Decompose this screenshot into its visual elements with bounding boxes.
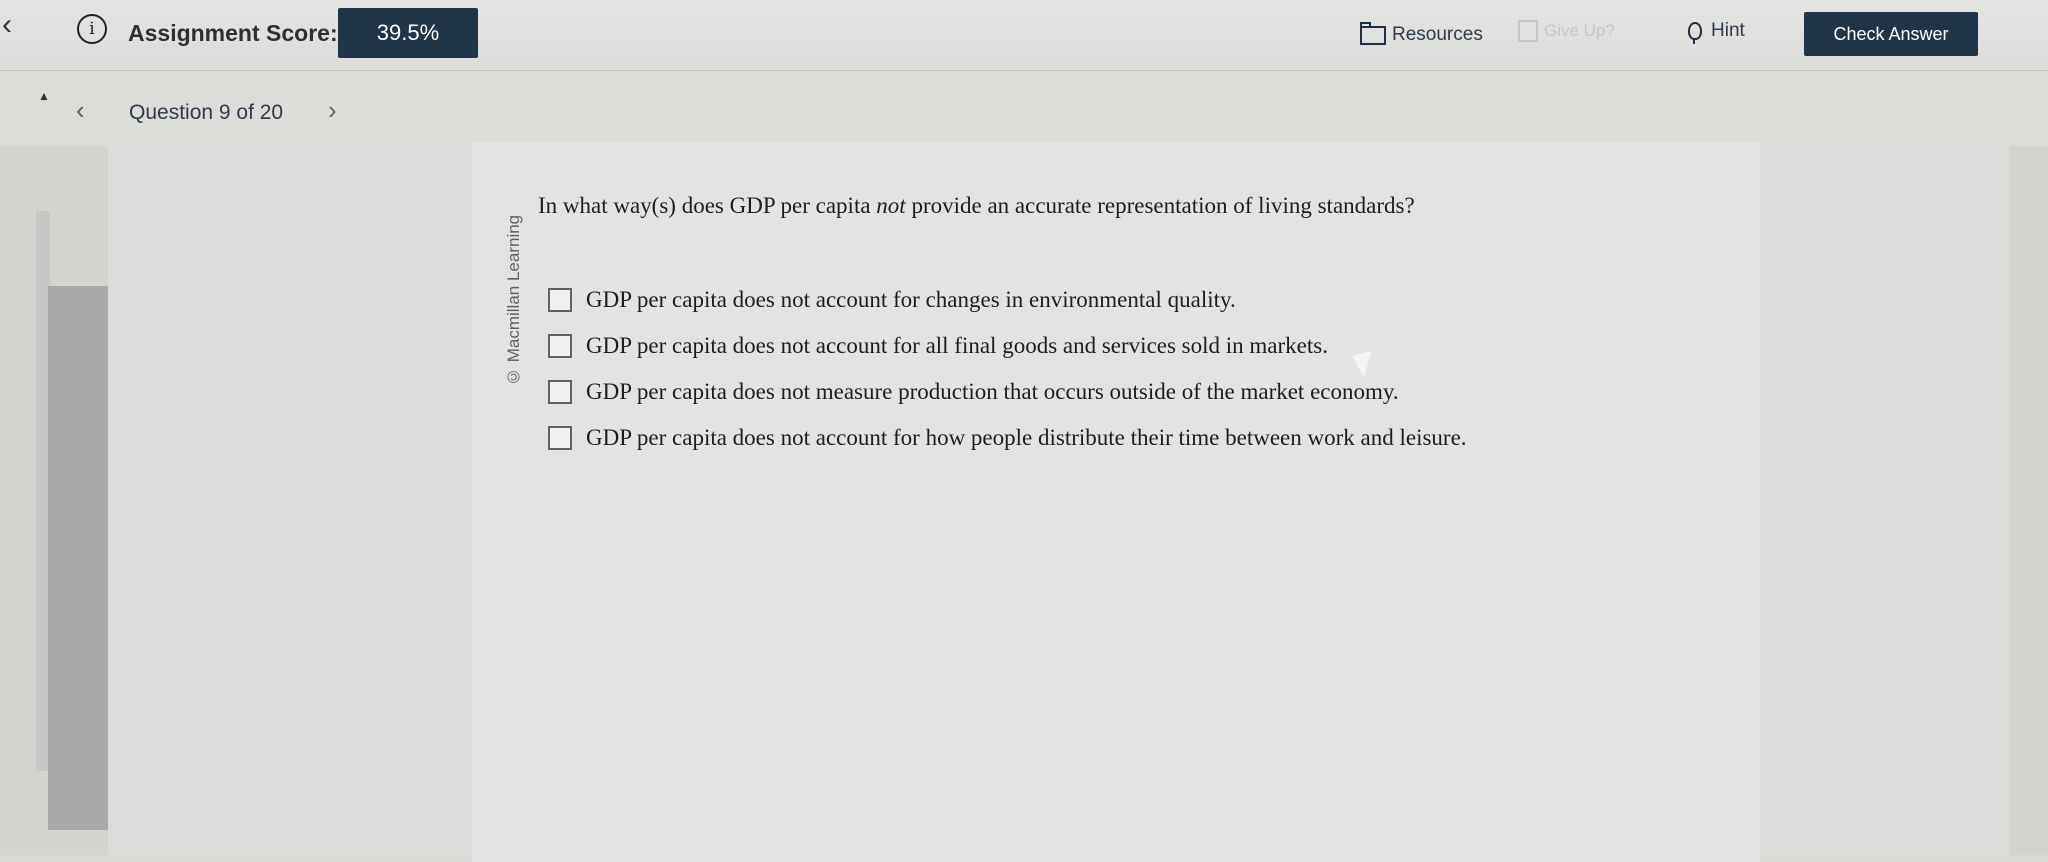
checkbox[interactable] [548, 334, 572, 358]
checkbox[interactable] [548, 380, 572, 404]
check-answer-button[interactable]: Check Answer [1804, 12, 1978, 56]
flag-icon [1518, 20, 1538, 42]
answer-option[interactable]: GDP per capita does not account for how … [548, 416, 1548, 460]
option-label[interactable]: GDP per capita does not account for how … [586, 425, 1467, 451]
collapse-arrow-icon[interactable]: ▲ [38, 89, 50, 103]
left-sidebar [0, 146, 108, 855]
checkbox[interactable] [548, 426, 572, 450]
option-label[interactable]: GDP per capita does not account for all … [586, 333, 1328, 359]
folder-icon [1360, 21, 1386, 45]
answer-option[interactable]: GDP per capita does not account for all … [548, 324, 1548, 368]
answer-option[interactable]: GDP per capita does not measure producti… [548, 370, 1548, 414]
option-label[interactable]: GDP per capita does not measure producti… [586, 379, 1399, 405]
prompt-start: In what way(s) does GDP per capita [538, 193, 877, 218]
previous-question-button[interactable]: ‹ [76, 97, 85, 123]
answer-options: GDP per capita does not account for chan… [548, 278, 1548, 462]
question-counter: Question 9 of 20 [129, 101, 284, 124]
right-margin [2010, 146, 2048, 855]
info-icon[interactable]: i [77, 14, 107, 44]
give-up-label: Give Up? [1544, 21, 1615, 40]
question-navigation: ▲ ‹ Question 9 of 20 › [0, 71, 2048, 146]
resources-button[interactable]: Resources [1360, 18, 1483, 52]
prompt-end: provide an accurate representation of li… [905, 193, 1415, 218]
lightbulb-icon [1688, 22, 1702, 44]
prompt-emphasis: not [876, 193, 906, 218]
assignment-score-value: 39.5% [338, 8, 478, 58]
copyright-notice: © Macmillan Learning [504, 214, 523, 386]
question-panel [472, 142, 1760, 862]
next-question-button[interactable]: › [328, 97, 337, 123]
assignment-score-label: Assignment Score: [128, 20, 338, 46]
hint-label: Hint [1711, 20, 1745, 41]
hint-button[interactable]: Hint [1688, 20, 1745, 44]
answer-option[interactable]: GDP per capita does not account for chan… [548, 278, 1548, 322]
option-label[interactable]: GDP per capita does not account for chan… [586, 287, 1236, 313]
checkbox[interactable] [548, 288, 572, 312]
top-toolbar: ‹ i Assignment Score: 39.5% Resources Gi… [0, 0, 2048, 71]
scrollbar-thumb[interactable] [48, 286, 108, 830]
back-arrow-icon[interactable]: ‹ [2, 10, 12, 40]
give-up-button[interactable]: Give Up? [1518, 20, 1615, 42]
question-prompt: In what way(s) does GDP per capita not p… [538, 193, 1538, 219]
resources-label: Resources [1392, 24, 1483, 45]
